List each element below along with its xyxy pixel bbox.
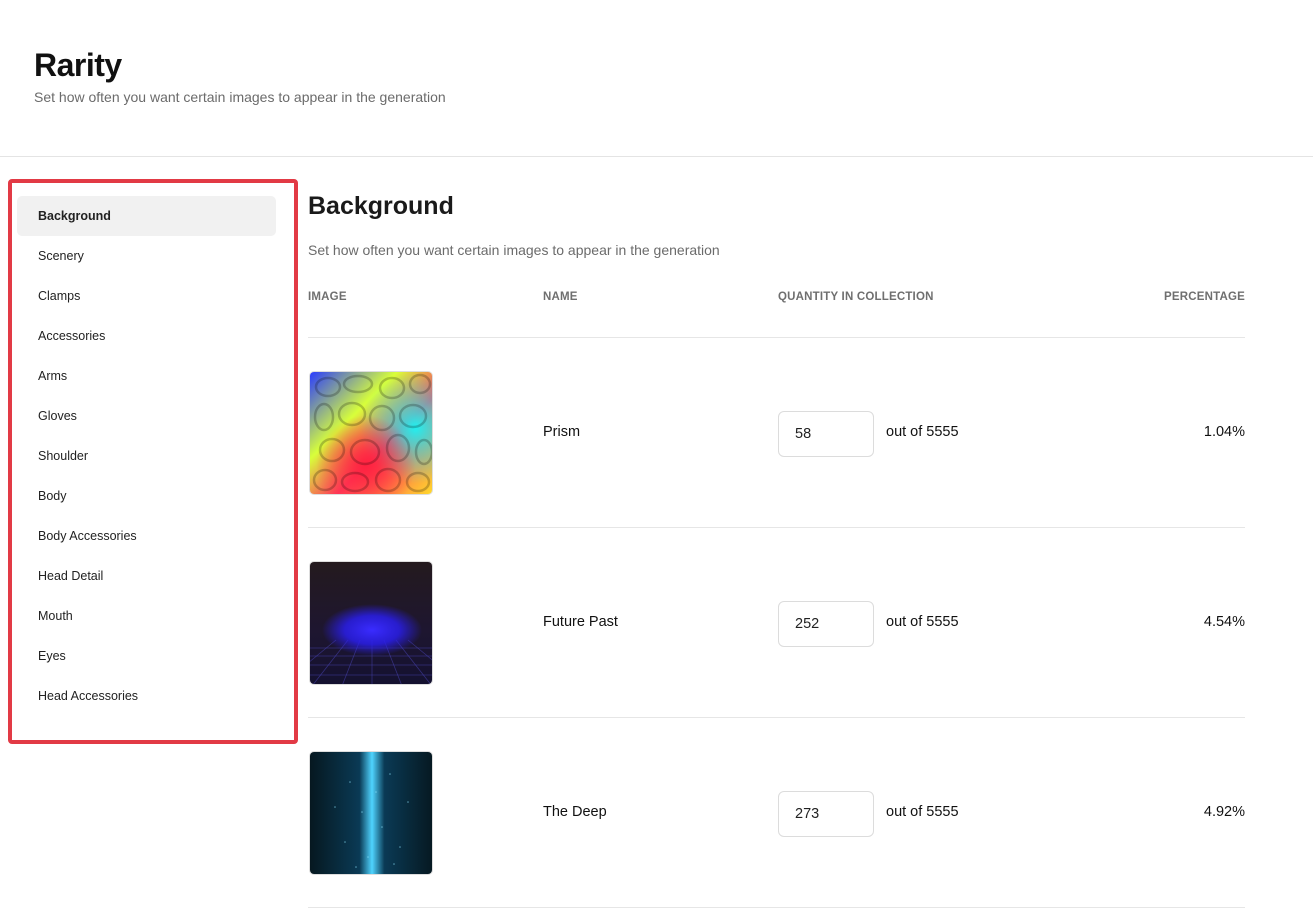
column-header-name: NAME [543, 291, 578, 303]
sidebar-item-gloves[interactable]: Gloves [17, 396, 276, 436]
table-row: The Deep out of 5555 4.92% [308, 718, 1245, 908]
sidebar-item-clamps[interactable]: Clamps [17, 276, 276, 316]
sidebar-item-head-accessories[interactable]: Head Accessories [17, 676, 276, 716]
row-percentage: 4.92% [1203, 804, 1245, 820]
sidebar-item-scenery[interactable]: Scenery [17, 236, 276, 276]
main-section: Background Set how often you want certai… [308, 190, 1245, 258]
sidebar-item-arms[interactable]: Arms [17, 356, 276, 396]
prism-thumbnail [309, 371, 433, 495]
layer-sidebar: Background Scenery Clamps Accessories Ar… [17, 196, 276, 716]
page-header: Rarity Set how often you want certain im… [34, 46, 446, 105]
rarity-table: IMAGE NAME QUANTITY IN COLLECTION PERCEN… [308, 280, 1245, 908]
row-name: Future Past [543, 614, 618, 630]
out-of-total: out of 5555 [886, 614, 959, 630]
section-subtitle: Set how often you want certain images to… [308, 242, 720, 258]
row-name: The Deep [543, 804, 607, 820]
page-title: Rarity [34, 47, 122, 83]
sidebar-item-body[interactable]: Body [17, 476, 276, 516]
the-deep-thumbnail [309, 751, 433, 875]
quantity-input[interactable] [778, 411, 874, 457]
row-percentage: 1.04% [1203, 424, 1245, 440]
sidebar-item-body-accessories[interactable]: Body Accessories [17, 516, 276, 556]
row-name: Prism [543, 424, 581, 440]
sidebar-item-shoulder[interactable]: Shoulder [17, 436, 276, 476]
header-divider [0, 156, 1313, 157]
sidebar-item-eyes[interactable]: Eyes [17, 636, 276, 676]
out-of-total: out of 5555 [886, 804, 959, 820]
sidebar-item-accessories[interactable]: Accessories [17, 316, 276, 356]
quantity-input[interactable] [778, 791, 874, 837]
sidebar-item-head-detail[interactable]: Head Detail [17, 556, 276, 596]
table-header: IMAGE NAME QUANTITY IN COLLECTION PERCEN… [308, 280, 1245, 338]
column-header-image: IMAGE [308, 291, 347, 303]
column-header-quantity: QUANTITY IN COLLECTION [778, 291, 934, 303]
column-header-percentage: PERCENTAGE [1163, 291, 1245, 303]
future-past-thumbnail [309, 561, 433, 685]
out-of-total: out of 5555 [886, 424, 959, 440]
table-row: Prism out of 5555 1.04% [308, 338, 1245, 528]
sidebar-item-mouth[interactable]: Mouth [17, 596, 276, 636]
sidebar-item-background[interactable]: Background [17, 196, 276, 236]
table-row: Future Past out of 5555 4.54% [308, 528, 1245, 718]
section-title: Background [308, 192, 454, 220]
page-subtitle: Set how often you want certain images to… [34, 89, 446, 105]
quantity-input[interactable] [778, 601, 874, 647]
row-percentage: 4.54% [1203, 614, 1245, 630]
